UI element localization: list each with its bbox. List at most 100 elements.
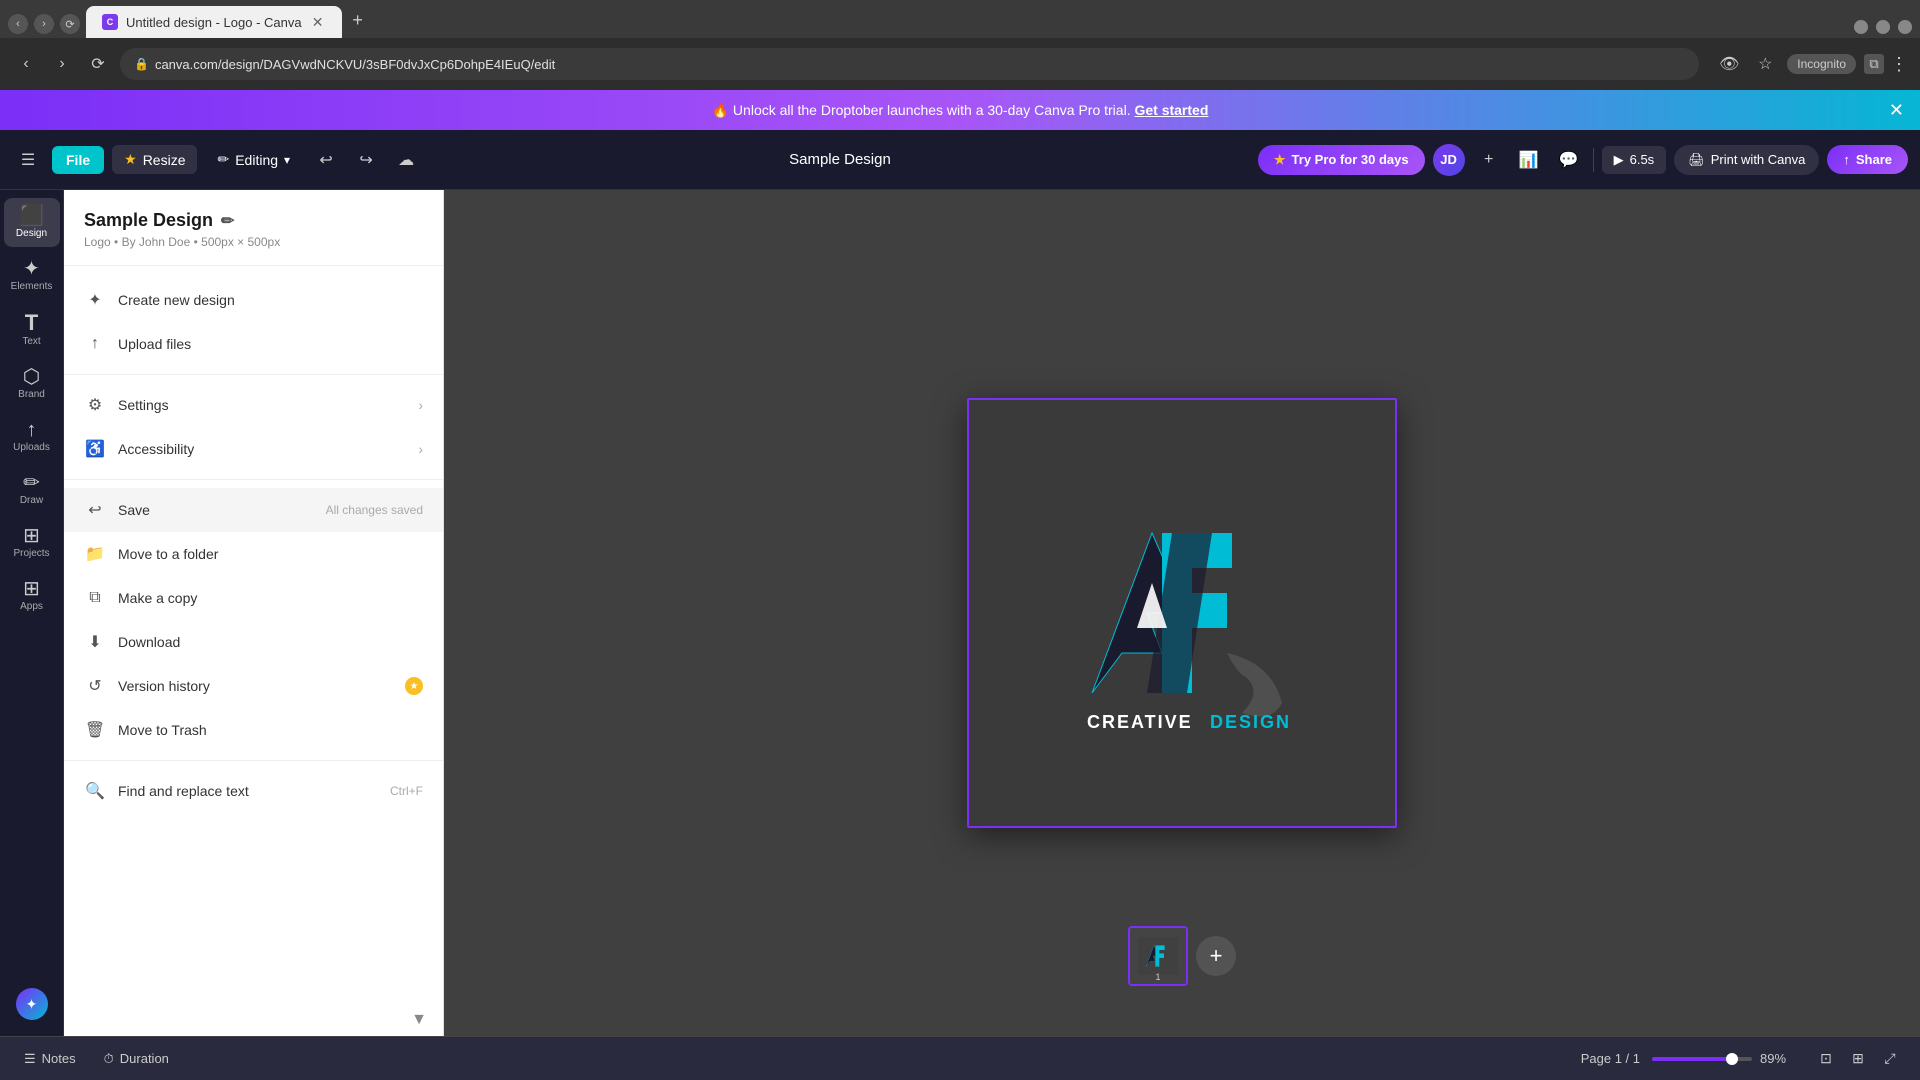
tab-favicon: C	[102, 14, 118, 30]
page-info: Page 1 / 1	[1581, 1051, 1640, 1066]
sidebar-item-brand[interactable]: ⬡ Brand	[4, 359, 60, 408]
tab-refresh-btn[interactable]: ⟳	[60, 14, 80, 34]
file-btn[interactable]: File	[52, 146, 104, 174]
print-btn[interactable]: 🖨 Print with Canva	[1674, 145, 1819, 175]
forward-btn[interactable]: ›	[48, 50, 76, 78]
incognito-badge[interactable]: Incognito	[1787, 54, 1856, 74]
sidebar-item-draw[interactable]: ✏ Draw	[4, 465, 60, 514]
fullscreen-btn[interactable]: ⤢	[1876, 1045, 1904, 1073]
zoom-slider-thumb[interactable]	[1726, 1053, 1738, 1065]
scroll-down-btn[interactable]: ▼	[407, 1008, 431, 1032]
analytics-btn[interactable]: 📊	[1513, 144, 1545, 176]
menu-item-upload[interactable]: ↑ Upload files	[64, 322, 443, 366]
hamburger-menu-btn[interactable]: ☰	[12, 144, 44, 176]
draw-icon: ✏	[23, 473, 40, 493]
menu-item-move-folder[interactable]: 📁 Move to a folder	[64, 532, 443, 576]
lock-icon: 🔒	[134, 57, 149, 71]
share-btn[interactable]: ↑ Share	[1827, 145, 1908, 174]
menu-item-create[interactable]: ✦ Create new design	[64, 278, 443, 322]
menu-item-accessibility[interactable]: ♿ Accessibility ›	[64, 427, 443, 471]
play-btn[interactable]: ▶ 6.5s	[1602, 146, 1667, 174]
minimize-btn[interactable]	[1854, 20, 1868, 34]
menu-item-trash[interactable]: 🗑 Move to Trash	[64, 708, 443, 752]
editing-label: Editing	[235, 152, 278, 168]
add-page-btn[interactable]: +	[1196, 936, 1236, 976]
add-collaborator-btn[interactable]: +	[1473, 144, 1505, 176]
promo-cta[interactable]: Get started	[1134, 102, 1208, 118]
sidebar-item-design[interactable]: ⬛ Design	[4, 198, 60, 247]
promo-banner: 🔥 Unlock all the Droptober launches with…	[0, 90, 1920, 130]
more-options-btn[interactable]: ⋮	[1890, 54, 1908, 75]
editing-btn[interactable]: ✏ Editing ▾	[205, 145, 302, 174]
eye-off-icon[interactable]: 👁	[1715, 50, 1743, 78]
divider-4	[64, 760, 443, 761]
tab-forward-btn[interactable]: ›	[34, 14, 54, 34]
zoom-slider-fill	[1652, 1057, 1732, 1061]
magic-btn[interactable]: ✦	[16, 988, 48, 1020]
version-badge: ★	[405, 677, 423, 695]
new-tab-btn[interactable]: +	[344, 6, 372, 34]
save-icon: ↩	[84, 499, 106, 521]
menu-item-download[interactable]: ⬇ Download	[64, 620, 443, 664]
sidebar-item-uploads[interactable]: ↑ Uploads	[4, 412, 60, 461]
redo-btn[interactable]: ↪	[350, 144, 382, 176]
try-pro-label: Try Pro for 30 days	[1292, 152, 1409, 167]
zoom-slider[interactable]	[1652, 1057, 1752, 1061]
find-icon: 🔍	[84, 780, 106, 802]
file-menu-panel: Sample Design ✏ Logo • By John Doe • 500…	[64, 190, 444, 1036]
design-name[interactable]: Sample Design	[430, 151, 1250, 168]
back-btn[interactable]: ‹	[12, 50, 40, 78]
settings-icon: ⚙	[84, 394, 106, 416]
promo-close-btn[interactable]: ✕	[1889, 100, 1904, 121]
canvas-frame[interactable]: CREATIVE DESIGN	[967, 398, 1397, 828]
maximize-btn[interactable]	[1876, 20, 1890, 34]
tab-close-btn[interactable]: ✕	[310, 14, 326, 30]
menu-item-settings[interactable]: ⚙ Settings ›	[64, 383, 443, 427]
tab-back-btn[interactable]: ‹	[8, 14, 28, 34]
sidebar-item-apps[interactable]: ⊞ Apps	[4, 571, 60, 620]
resize-btn[interactable]: ★ Resize	[112, 145, 197, 174]
avatar[interactable]: JD	[1433, 144, 1465, 176]
close-btn[interactable]	[1898, 20, 1912, 34]
duration-btn[interactable]: ⏱ Duration	[96, 1047, 177, 1071]
notes-btn[interactable]: ☰ Notes	[16, 1047, 84, 1071]
page-thumb-1[interactable]: 1	[1128, 926, 1188, 986]
canvas-area: CREATIVE DESIGN	[444, 190, 1920, 1036]
download-icon: ⬇	[84, 631, 106, 653]
try-pro-btn[interactable]: ★ Try Pro for 30 days	[1258, 145, 1425, 175]
promo-text: 🔥 Unlock all the Droptober launches with…	[712, 102, 1131, 119]
text-icon: T	[25, 312, 38, 334]
page-thumbnails-bar: 1 +	[1128, 926, 1236, 986]
trash-icon: 🗑	[84, 719, 106, 741]
save-to-cloud-btn[interactable]: ☁	[390, 144, 422, 176]
upload-icon: ↑	[84, 333, 106, 355]
undo-btn[interactable]: ↩	[310, 144, 342, 176]
view-buttons: ⊡ ⊞ ⤢	[1812, 1045, 1904, 1073]
refresh-btn[interactable]: ⟳	[84, 50, 112, 78]
logo-svg: CREATIVE DESIGN	[1032, 473, 1332, 753]
address-bar[interactable]: 🔒 canva.com/design/DAGVwdNCKVU/3sBF0dvJx…	[120, 48, 1699, 80]
canvas-container: CREATIVE DESIGN	[967, 398, 1397, 828]
menu-item-version[interactable]: ↺ Version history ★	[64, 664, 443, 708]
url-text: canva.com/design/DAGVwdNCKVU/3sBF0dvJxCp…	[155, 57, 555, 72]
edit-title-icon[interactable]: ✏	[221, 211, 234, 231]
menu-item-download-label: Download	[118, 634, 423, 650]
menu-item-find[interactable]: 🔍 Find and replace text Ctrl+F	[64, 769, 443, 813]
browser-tabs: ‹ › ⟳ C Untitled design - Logo - Canva ✕…	[0, 0, 1920, 38]
menu-item-save[interactable]: ↩ Save All changes saved	[64, 488, 443, 532]
sidebar-label-draw: Draw	[20, 495, 43, 506]
sidebar-label-text: Text	[22, 336, 40, 347]
single-view-btn[interactable]: ⊡	[1812, 1045, 1840, 1073]
menu-item-upload-label: Upload files	[118, 336, 423, 352]
comments-btn[interactable]: 💬	[1553, 144, 1585, 176]
sidebar-item-elements[interactable]: ✦ Elements	[4, 251, 60, 300]
grid-view-btn[interactable]: ⊞	[1844, 1045, 1872, 1073]
extension-btn[interactable]: ⧉	[1864, 54, 1884, 74]
print-label: Print with Canva	[1711, 152, 1806, 167]
sidebar-item-projects[interactable]: ⊞ Projects	[4, 518, 60, 567]
sidebar-item-text[interactable]: T Text	[4, 304, 60, 355]
menu-item-copy[interactable]: ⧉ Make a copy	[64, 576, 443, 620]
active-tab[interactable]: C Untitled design - Logo - Canva ✕	[86, 6, 342, 38]
menu-item-copy-label: Make a copy	[118, 590, 423, 606]
star-icon[interactable]: ☆	[1751, 50, 1779, 78]
